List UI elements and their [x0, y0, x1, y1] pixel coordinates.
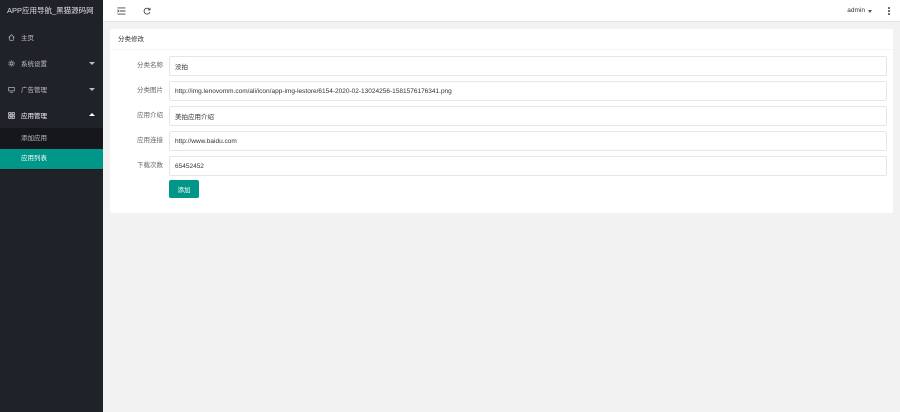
app-intro-input[interactable] [169, 106, 887, 126]
submenu: 添加应用 应用列表 [0, 128, 103, 170]
form-row-category-image: 分类图片 [110, 81, 893, 101]
chevron-up-icon [89, 113, 95, 116]
sidebar-item-ad-management[interactable]: 广告管理 [0, 76, 103, 102]
field-label: 分类图片 [137, 87, 163, 94]
edit-form-card: 分类修改 分类名称 分类图片 应用介绍 应用连接 下载次数 添加 [110, 29, 893, 213]
form-row-download-count: 下载次数 [110, 156, 893, 176]
username: admin [847, 7, 865, 14]
sidebar-item-label: 系统设置 [21, 61, 47, 68]
menu-toggle-icon[interactable] [115, 5, 127, 17]
field-label: 分类名称 [137, 62, 163, 69]
card-title: 分类修改 [110, 29, 893, 50]
field-label: 应用连接 [137, 137, 163, 144]
chevron-down-icon [89, 62, 95, 65]
home-icon [8, 33, 18, 41]
form-row-category-name: 分类名称 [110, 56, 893, 76]
top-header: admin [103, 0, 900, 22]
form-row-app-link: 应用连接 [110, 131, 893, 151]
field-label: 应用介绍 [137, 112, 163, 119]
category-name-input[interactable] [169, 56, 887, 76]
monitor-icon [8, 86, 18, 93]
sidebar-item-label: 主页 [21, 35, 34, 42]
chevron-down-icon [868, 9, 872, 13]
app-link-input[interactable] [169, 131, 887, 151]
field-label: 下载次数 [137, 162, 163, 169]
app-logo-title[interactable]: APP应用导航_黑猫源码网 [0, 0, 103, 22]
submenu-item-add-app[interactable]: 添加应用 [0, 129, 103, 149]
refresh-icon[interactable] [141, 5, 153, 17]
grid-icon [8, 111, 18, 119]
add-button[interactable]: 添加 [169, 180, 199, 198]
download-count-input[interactable] [169, 156, 887, 176]
gear-icon [8, 59, 18, 67]
sidebar-item-label: 应用管理 [21, 113, 47, 120]
sidebar-item-home[interactable]: 主页 [0, 24, 103, 50]
sidebar-item-app-management[interactable]: 应用管理 [0, 102, 103, 128]
category-image-input[interactable] [169, 81, 887, 101]
sidebar: APP应用导航_黑猫源码网 主页 系统设置 广告管理 应用管理 添加应用 应用列… [0, 0, 103, 412]
user-menu[interactable]: admin [847, 0, 872, 22]
submenu-item-app-list[interactable]: 应用列表 [0, 149, 103, 169]
form-row-app-intro: 应用介绍 [110, 106, 893, 126]
more-vertical-icon[interactable] [886, 5, 892, 17]
sidebar-item-label: 广告管理 [21, 87, 47, 94]
chevron-down-icon [89, 88, 95, 91]
sidebar-item-system-settings[interactable]: 系统设置 [0, 50, 103, 76]
